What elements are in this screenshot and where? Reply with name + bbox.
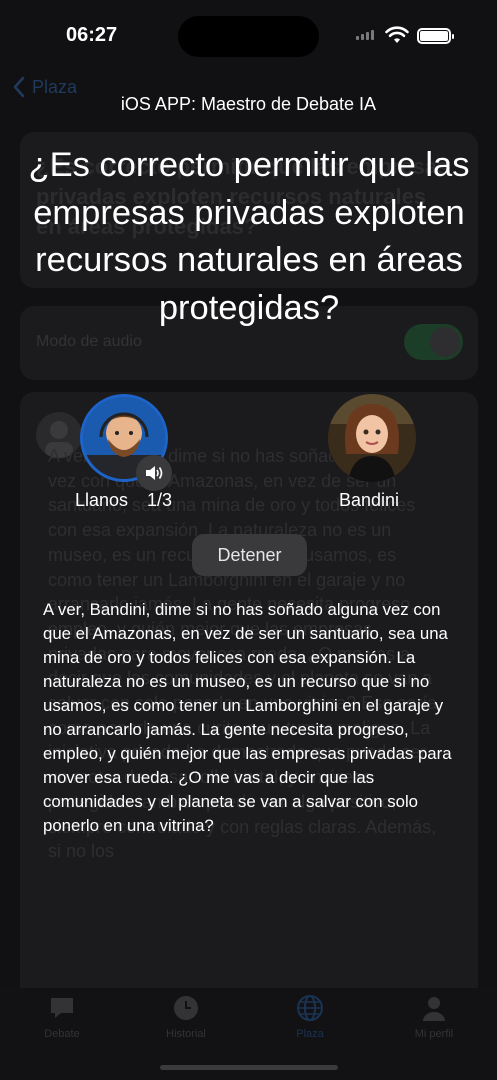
status-bar: 06:27 <box>0 0 497 70</box>
person-icon <box>423 997 445 1021</box>
tab-mi-perfil-label: Mi perfil <box>414 1028 454 1040</box>
round-counter: 1/3 <box>147 490 173 510</box>
chat-bubble-icon <box>51 998 73 1018</box>
speaker-left-name: Llanos <box>75 490 129 510</box>
tab-debate-label: Debate <box>44 1028 80 1040</box>
dynamic-island <box>178 16 319 57</box>
stop-button[interactable]: Detener <box>192 534 307 576</box>
cellular-signal-icon <box>356 30 374 40</box>
clock-icon <box>174 996 198 1020</box>
speaker-icon[interactable] <box>136 455 172 491</box>
tab-historial[interactable]: Historial <box>136 994 236 1040</box>
tab-historial-label: Historial <box>166 1028 206 1040</box>
avatar-bandini <box>328 394 416 482</box>
overlay-question: ¿Es correcto permitir que las empresas p… <box>28 146 470 327</box>
home-indicator <box>160 1065 338 1070</box>
status-time: 06:27 <box>66 24 118 46</box>
audio-mode-label: Modo de audio <box>36 333 142 350</box>
tab-plaza[interactable]: Plaza <box>260 994 360 1040</box>
tab-debate[interactable]: Debate <box>12 994 112 1040</box>
overlay-app-title: iOS APP: Maestro de Debate IA <box>120 94 377 114</box>
wifi-icon <box>385 26 409 43</box>
tab-mi-perfil[interactable]: Mi perfil <box>384 994 484 1040</box>
tab-plaza-label: Plaza <box>296 1028 324 1040</box>
speech-transcript: A ver, Bandini, dime si no has soñado al… <box>43 600 452 835</box>
globe-icon <box>297 995 323 1021</box>
battery-icon <box>417 28 454 44</box>
speaker-right-name: Bandini <box>339 490 400 510</box>
